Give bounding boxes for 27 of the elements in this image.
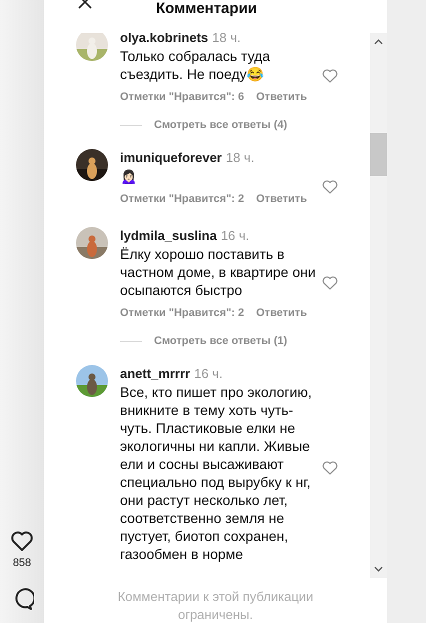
reply-link[interactable]: Ответить [256, 91, 307, 103]
likes-count[interactable]: Отметки "Нравится": 2 [120, 307, 244, 319]
username[interactable]: lydmila_suslina [120, 228, 217, 243]
comment-time: 18 ч. [226, 150, 254, 165]
username[interactable]: imuniqueforever [120, 150, 222, 165]
scroll-down-icon[interactable] [374, 566, 383, 572]
comments-restricted-notice: Комментарии к этой публикации ограничены. [116, 588, 314, 623]
comment-time: 16 ч. [194, 366, 223, 381]
comment-time: 16 ч. [220, 228, 250, 243]
heart-icon[interactable] [10, 529, 34, 553]
likes-count[interactable]: Отметки "Нравится": 6 [120, 91, 244, 103]
like-count: 858 [12, 557, 32, 569]
scroll-thumb[interactable] [370, 133, 387, 176]
reply-link[interactable]: Ответить [256, 193, 307, 205]
view-replies-link[interactable]: Смотреть все ответы (4) [154, 119, 288, 131]
reply-link[interactable]: Ответить [256, 307, 307, 319]
panel-title: Комментарии [156, 0, 258, 17]
comment-text: Ёлку хорошо поставить в частном доме, в квартире они осыпаются быстро [120, 245, 317, 299]
username[interactable]: anett_mrrrr [120, 366, 190, 381]
likes-count[interactable]: Отметки "Нравится": 2 [120, 193, 244, 205]
comment-text: Все, кто пишет про экологию, вникните в тему хоть чуть-чуть. Пластиковые елки не экологичны ни капли. Живые ели и сосны высаживают специально под вырубку к нг, они растут несколько лет, соответственно земля не пустует, биотоп сохранен, газообмен в норме [120, 383, 313, 563]
comment-text: Только собралась туда съездить. Не поеду😂 [120, 47, 272, 83]
view-replies-link[interactable]: Смотреть все ответы (1) [154, 335, 288, 347]
scrollbar[interactable] [370, 33, 387, 578]
scroll-up-icon[interactable] [374, 39, 383, 45]
comment-text: 🙍🏻‍♀ [120, 167, 138, 185]
comment-time: 18 ч. [212, 33, 241, 45]
